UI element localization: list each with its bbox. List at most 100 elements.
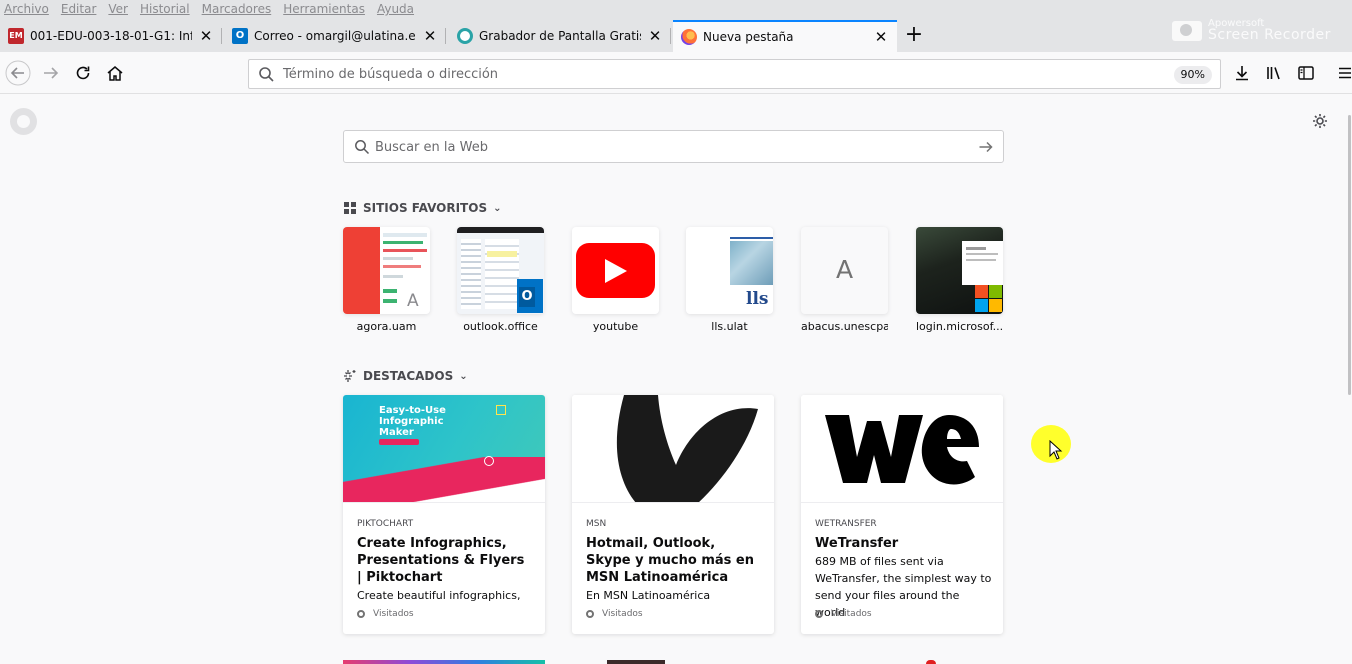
menu-item-editar[interactable]: Editar <box>61 2 97 18</box>
home-icon <box>107 66 123 81</box>
next-card-peek[interactable] <box>343 660 545 664</box>
tab-title: Nueva pestaña <box>703 30 794 44</box>
address-bar[interactable]: Término de búsqueda o dirección 90% <box>248 59 1221 89</box>
tab-correo[interactable]: O Correo - omargil@ulatina.edu. ✕ <box>224 20 446 52</box>
card-source: MSN <box>586 519 607 529</box>
menu-item-historial[interactable]: Historial <box>140 2 190 18</box>
search-placeholder: Buscar en la Web <box>375 140 488 155</box>
address-placeholder: Término de búsqueda o dirección <box>283 67 499 82</box>
web-search-box[interactable]: Buscar en la Web <box>343 130 1004 163</box>
menu-button[interactable] <box>1332 60 1352 86</box>
card-title: WeTransfer <box>815 536 899 551</box>
site-letter: A <box>835 255 854 284</box>
tab-grabador[interactable]: Grabador de Pantalla Gratis – C ✕ <box>449 20 671 52</box>
outlook-icon: O <box>519 287 535 307</box>
mouse-pointer-icon <box>1049 440 1063 460</box>
card-image <box>572 395 774 503</box>
site-thumbnail: lls <box>686 227 773 314</box>
visited-icon <box>815 610 823 618</box>
firefox-logo-icon <box>10 108 37 135</box>
lls-logo-icon: lls <box>746 289 769 309</box>
card-image-title: Easy-to-Use Infographic Maker <box>379 405 446 438</box>
forward-arrow-icon <box>44 67 59 79</box>
card-source: PIKTOCHART <box>357 519 414 529</box>
site-thumbnail <box>572 227 659 314</box>
next-card-peek[interactable] <box>607 660 665 664</box>
firefox-icon <box>681 29 697 45</box>
highlights-title: DESTACADOS <box>363 369 454 383</box>
menu-item-ver[interactable]: Ver <box>108 2 128 18</box>
highlights-heading[interactable]: DESTACADOS ⌄ <box>343 368 468 384</box>
back-button[interactable] <box>5 60 31 86</box>
top-site-abacus[interactable]: A abacus.unescpa <box>801 227 888 333</box>
site-label: outlook.office <box>463 320 538 333</box>
sidebar-button[interactable] <box>1293 60 1319 86</box>
card-title: Create Infographics, Presentations & Fly… <box>357 536 525 585</box>
highlight-card-wetransfer[interactable]: WETRANSFER WeTransfer 689 MB of files se… <box>801 395 1003 634</box>
gear-icon[interactable] <box>1311 112 1329 130</box>
search-icon <box>355 140 370 155</box>
close-icon[interactable]: ✕ <box>873 29 889 45</box>
next-card-peek[interactable] <box>926 660 936 664</box>
library-icon <box>1267 67 1280 80</box>
outlook-icon: O <box>232 28 248 44</box>
home-button[interactable] <box>102 60 128 86</box>
back-arrow-icon <box>5 60 31 86</box>
hamburger-icon <box>1339 67 1351 79</box>
site-letter: A <box>407 291 419 311</box>
tab-title: Correo - omargil@ulatina.edu. <box>254 29 416 43</box>
top-site-agora[interactable]: A agora.uam <box>343 227 430 333</box>
site-thumbnail <box>916 227 1003 314</box>
site-label: login.microsof... <box>916 320 1003 333</box>
highlight-card-msn[interactable]: MSN Hotmail, Outlook, Skype y mucho más … <box>572 395 774 634</box>
watermark-product: Screen Recorder <box>1208 27 1331 43</box>
highlight-card-piktochart[interactable]: Easy-to-Use Infographic Maker PIKTOCHART… <box>343 395 545 634</box>
new-tab-button[interactable]: + <box>902 24 926 48</box>
close-icon[interactable]: ✕ <box>198 28 214 44</box>
zoom-indicator[interactable]: 90% <box>1173 66 1212 84</box>
search-icon <box>259 67 274 82</box>
menu-item-archivo[interactable]: Archivo <box>4 2 49 18</box>
card-image: Easy-to-Use Infographic Maker <box>343 395 545 503</box>
tab-nueva-pestana[interactable]: Nueva pestaña ✕ <box>673 20 897 52</box>
forward-button[interactable] <box>38 60 64 86</box>
microsoft-logo-icon <box>975 285 988 298</box>
site-thumbnail: A <box>343 227 430 314</box>
recorder-icon <box>457 28 473 44</box>
site-thumbnail: A <box>801 227 888 314</box>
arrow-right-icon[interactable] <box>978 139 994 155</box>
downloads-button[interactable] <box>1229 60 1255 86</box>
menu-item-herramientas[interactable]: Herramientas <box>283 2 365 18</box>
menu-item-ayuda[interactable]: Ayuda <box>377 2 414 18</box>
page-scrollbar[interactable] <box>1346 95 1352 664</box>
site-label: abacus.unescpa <box>801 320 888 333</box>
library-button[interactable] <box>1261 60 1287 86</box>
chevron-down-icon: ⌄ <box>493 202 502 214</box>
reload-button[interactable] <box>70 60 96 86</box>
top-sites-heading[interactable]: SITIOS FAVORITOS ⌄ <box>343 200 501 216</box>
site-label: agora.uam <box>356 320 417 333</box>
download-icon <box>1236 66 1248 81</box>
card-title: Hotmail, Outlook, Skype y mucho más en M… <box>586 536 755 585</box>
recorder-watermark: Apowersoft Screen Recorder <box>1172 16 1342 46</box>
card-description: En MSN Latinoamérica <box>586 589 711 602</box>
card-description: Create beautiful infographics, <box>357 589 521 602</box>
sidebar-icon <box>1298 66 1314 80</box>
tab-agora[interactable]: EM 001-EDU-003-18-01-G1: Inform ✕ <box>0 20 222 52</box>
card-source: WETRANSFER <box>815 519 877 529</box>
tab-strip: Archivo Editar Ver Historial Marcadores … <box>0 0 1352 52</box>
menu-item-marcadores[interactable]: Marcadores <box>202 2 272 18</box>
menu-bar: Archivo Editar Ver Historial Marcadores … <box>4 2 426 18</box>
card-context: Visitados <box>815 609 872 619</box>
visited-icon <box>586 610 594 618</box>
wetransfer-logo-icon <box>825 415 979 485</box>
top-site-outlook[interactable]: O outlook.office <box>457 227 544 333</box>
close-icon[interactable]: ✕ <box>422 28 438 44</box>
top-site-microsoft-login[interactable]: login.microsof... <box>916 227 1003 333</box>
top-site-lls-ulat[interactable]: lls lls.ulat <box>686 227 773 333</box>
tab-title: 001-EDU-003-18-01-G1: Inform <box>30 29 192 43</box>
site-label: youtube <box>592 320 639 333</box>
visited-icon <box>357 610 365 618</box>
top-site-youtube[interactable]: youtube <box>572 227 659 333</box>
close-icon[interactable]: ✕ <box>647 28 663 44</box>
